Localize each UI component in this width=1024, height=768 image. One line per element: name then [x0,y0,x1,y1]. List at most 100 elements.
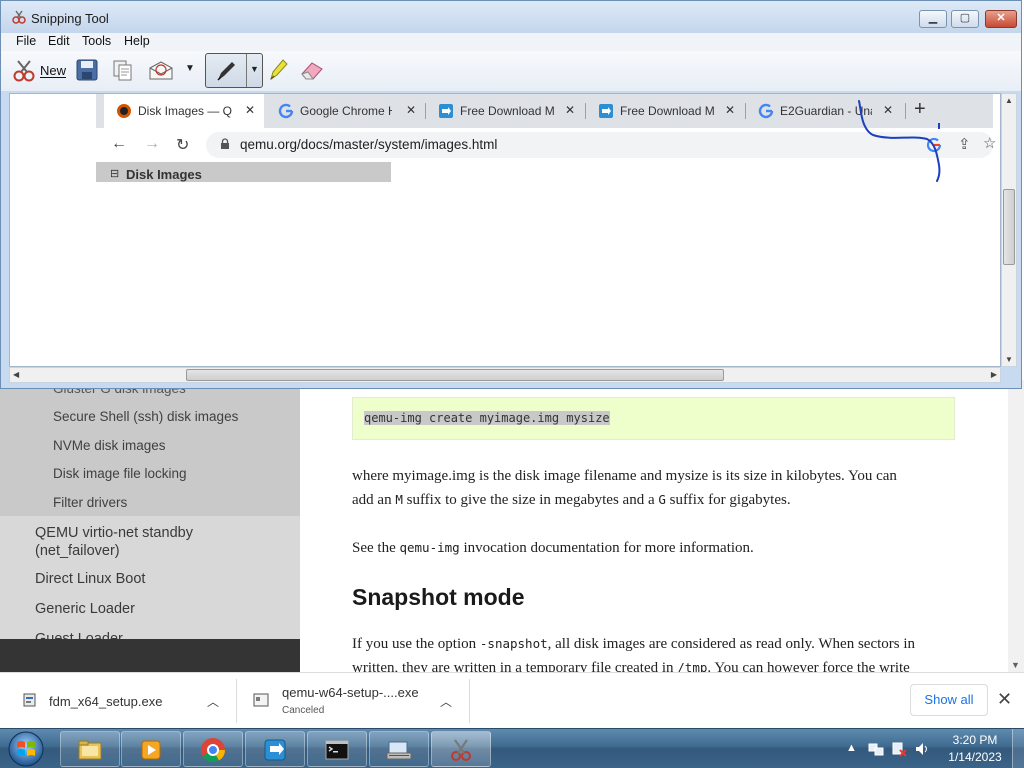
tab-google-chrome-help[interactable]: Google Chrome H ✕ [266,94,426,128]
sidebar-item-ssh[interactable]: Secure Shell (ssh) disk images [53,409,238,424]
network-icon[interactable] [868,741,884,757]
title-bar[interactable]: Snipping Tool ▁ ▢ ✕ [1,1,1021,33]
start-button[interactable] [4,729,50,768]
sidebar-item-direct-linux-boot[interactable]: Direct Linux Boot [35,571,145,587]
highlighter-icon[interactable] [267,57,289,83]
horizontal-scroll-thumb[interactable] [186,369,724,381]
maximize-button[interactable]: ▢ [951,10,979,28]
tab-close-icon[interactable]: ✕ [245,103,255,117]
horizontal-scrollbar[interactable]: ◀ ▶ [9,367,1001,383]
google-icon [758,103,774,119]
media-player-icon [141,740,161,760]
forward-arrow-icon[interactable]: → [144,135,160,153]
new-snip-icon[interactable] [11,58,37,84]
scroll-up-arrow-icon[interactable]: ▲ [1005,96,1013,105]
eraser-icon[interactable] [299,59,325,81]
tab-close-icon[interactable]: ✕ [725,103,735,117]
tab-close-icon[interactable]: ✕ [565,103,575,117]
menu-tools[interactable]: Tools [82,34,111,48]
copy-icon[interactable] [111,58,135,82]
close-icon[interactable]: ✕ [997,689,1012,710]
chevron-up-icon[interactable]: ︿ [207,693,219,710]
menu-file[interactable]: File [16,34,36,48]
download-item-qemu[interactable]: qemu-w64-setup-....exe Canceled ︿ [237,673,469,729]
pen-divider [246,54,247,87]
paragraph-2: See the qemu-img invocation documentatio… [352,540,754,556]
back-arrow-icon[interactable]: ← [111,135,127,153]
vertical-scrollbar[interactable]: ▲ ▼ [1001,93,1017,367]
taskbar-explorer[interactable] [60,731,120,767]
taskbar-command-prompt[interactable] [307,731,367,767]
reload-icon[interactable]: ↻ [176,135,189,155]
url-text: qemu.org/docs/master/system/images.html [240,137,498,152]
paragraph-1-line-2: add an M suffix to give the size in mega… [352,492,791,508]
menu-edit[interactable]: Edit [48,34,70,48]
paragraph-1-line-1: where myimage.img is the disk image file… [352,468,897,484]
toolbar: New ▼ ▼ [1,51,1021,91]
tab-label: Disk Images — Q [138,104,233,118]
tab-label: Google Chrome H [300,104,392,118]
fdm-favicon-icon [439,104,453,118]
send-snip-icon[interactable] [147,58,175,82]
volume-icon[interactable] [914,741,930,757]
tab-free-download-manager-1[interactable]: Free Download M ✕ [426,94,586,128]
clock-date[interactable]: 1/14/2023 [942,750,1008,764]
download-item-fdm[interactable]: fdm_x64_setup.exe ︿ [0,673,236,729]
captured-heading-text: Disk Images [126,167,202,182]
show-all-button[interactable]: Show all [910,684,988,716]
sidebar-item-generic-loader[interactable]: Generic Loader [35,601,135,617]
qemu-favicon-icon [117,104,131,118]
scroll-down-arrow-icon[interactable]: ▼ [1005,355,1013,364]
download-manager-icon [264,739,286,761]
qemu-img-link[interactable]: qemu-img [399,540,459,555]
download-filename: qemu-w64-setup-....exe [282,685,419,700]
folder-icon [78,740,102,760]
sidebar-item-net-failover[interactable]: QEMU virtio-net standby [35,525,193,541]
tray-expand-icon[interactable]: ▲ [846,742,857,754]
sidebar-item-filter-drivers[interactable]: Filter drivers [53,495,127,510]
pen-icon[interactable] [214,60,238,84]
page-scrollbar[interactable]: ▼ [1008,380,1024,672]
terminal-icon [325,740,349,760]
taskbar-chrome[interactable] [183,731,243,767]
sidebar-item-net-failover-2[interactable]: (net_failover) [35,543,120,559]
minimize-button[interactable]: ▁ [919,10,947,28]
save-icon[interactable] [75,58,99,82]
scroll-right-arrow-icon[interactable]: ▶ [991,370,997,379]
scroll-left-arrow-icon[interactable]: ◀ [13,370,19,379]
docs-sidebar: Gluster G disk images Secure Shell (ssh)… [0,380,300,672]
close-button[interactable]: ✕ [985,10,1017,28]
chevron-up-icon[interactable]: ︿ [440,693,452,710]
tab-close-icon[interactable]: ✕ [406,103,416,117]
action-center-icon[interactable] [891,741,907,757]
chrome-icon [201,738,225,763]
google-icon [278,103,294,119]
clock-time[interactable]: 3:20 PM [950,733,1000,747]
download-status: Canceled [282,705,325,716]
menu-help[interactable]: Help [124,34,150,48]
tab-disk-images[interactable]: Disk Images — Q ✕ [104,94,264,128]
sidebar-item-nvme[interactable]: NVMe disk images [53,438,166,453]
vertical-scroll-thumb[interactable] [1003,189,1015,265]
pen-tool-group[interactable]: ▼ [205,53,263,88]
bookmark-star-icon[interactable]: ☆ [983,134,996,152]
taskbar-snipping-tool[interactable] [431,731,491,767]
taskbar-media-player[interactable] [121,731,181,767]
lock-icon [221,138,229,149]
scroll-down-arrow-icon[interactable]: ▼ [1011,660,1020,670]
send-dropdown-icon[interactable]: ▼ [185,63,195,74]
tab-label: Free Download M [620,104,714,118]
download-filename: fdm_x64_setup.exe [49,694,163,709]
sidebar-item-locking[interactable]: Disk image file locking [53,466,187,481]
taskbar-keyboard-app[interactable] [369,731,429,767]
new-button[interactable]: New [40,63,66,78]
captured-browser-image: Disk Images — Q ✕ Google Chrome H ✕ Free… [96,94,996,182]
tab-free-download-manager-2[interactable]: Free Download M ✕ [586,94,746,128]
heading-snapshot-mode: Snapshot mode [352,584,525,610]
taskbar-download-manager[interactable] [245,731,305,767]
installer-icon [23,693,36,707]
show-desktop-button[interactable] [1012,729,1024,768]
share-icon[interactable]: ⇪ [958,135,971,153]
pen-dropdown-icon[interactable]: ▼ [250,64,259,74]
code-text: qemu-img create myimage.img mysize [364,411,610,425]
